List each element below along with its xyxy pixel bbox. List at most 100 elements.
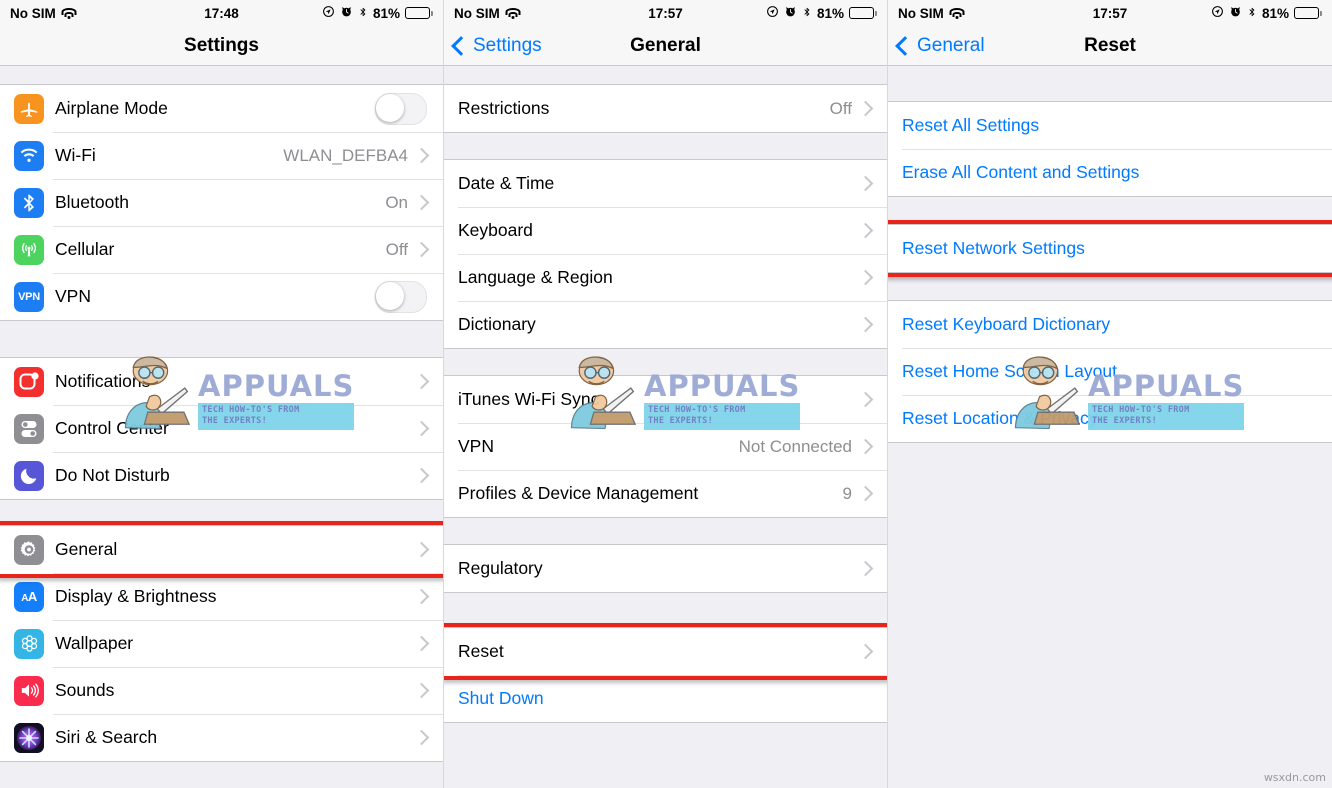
back-button[interactable]: Settings: [451, 34, 542, 57]
sounds-icon: [14, 675, 44, 706]
chevron-right-icon: [413, 541, 430, 558]
carrier-label: No SIM: [898, 5, 944, 21]
list-item-label: Keyboard: [458, 220, 533, 240]
settings-group: Airplane Mode Wi-Fi WLAN_DEFBA4 Bluetooth On…: [0, 84, 443, 321]
list-item[interactable]: Cellular Off: [0, 226, 443, 273]
list-item-label: Sounds: [55, 680, 115, 700]
list-item[interactable]: Regulatory: [444, 545, 887, 592]
settings-group: Restrictions Off: [444, 84, 887, 133]
settings-list: Airplane Mode Wi-Fi WLAN_DEFBA4 Bluetooth On…: [0, 66, 443, 788]
toggle-switch[interactable]: [375, 92, 427, 125]
wifi-icon: [505, 7, 521, 19]
back-button-label: Settings: [473, 34, 542, 56]
list-item[interactable]: VPN Not Connected: [444, 423, 887, 470]
list-item[interactable]: Bluetooth On: [0, 179, 443, 226]
settings-group: Reset Shut Down: [444, 627, 887, 723]
section-gap: [444, 593, 887, 627]
list-item-label: VPN: [458, 436, 494, 456]
list-item[interactable]: Notifications: [0, 358, 443, 405]
list-item[interactable]: Restrictions Off: [444, 85, 887, 132]
list-item-label: Wi-Fi: [55, 145, 96, 165]
display-brightness-icon: AA: [14, 581, 44, 612]
list-item[interactable]: Siri & Search: [0, 714, 443, 761]
chevron-right-icon: [413, 373, 430, 390]
section-gap: [888, 66, 1332, 101]
bluetooth-icon: [802, 5, 812, 22]
list-item[interactable]: Wi-Fi WLAN_DEFBA4: [0, 132, 443, 179]
list-item[interactable]: Control Center: [0, 405, 443, 452]
do-not-disturb-icon: [14, 460, 44, 491]
airplane-icon: [14, 93, 44, 124]
list-item[interactable]: Reset Home Screen Layout: [888, 348, 1332, 395]
chevron-right-icon: [413, 635, 430, 652]
chevron-right-icon: [857, 391, 874, 408]
list-item[interactable]: VPN VPN: [0, 273, 443, 320]
settings-group: Reset All Settings Erase All Content and …: [888, 101, 1332, 197]
chevron-right-icon: [413, 420, 430, 437]
nav-bar: General Reset: [888, 26, 1332, 66]
phone-screenshot-triptych: No SIM 17:48 81% Settings Airplane Mode Wi-Fi…: [0, 0, 1332, 788]
list-item-value: WLAN_DEFBA4: [283, 145, 408, 165]
list-item[interactable]: Shut Down: [444, 675, 887, 722]
alarm-icon: [784, 5, 797, 21]
list-item[interactable]: Language & Region: [444, 254, 887, 301]
battery-icon: [1294, 7, 1322, 19]
list-item-label: Reset: [458, 641, 504, 661]
wifi-icon: [61, 7, 77, 19]
settings-group: Regulatory: [444, 544, 887, 593]
list-item[interactable]: Do Not Disturb: [0, 452, 443, 499]
list-item[interactable]: Reset All Settings: [888, 102, 1332, 149]
list-item-label: Profiles & Device Management: [458, 483, 699, 503]
list-item-value: 9: [842, 483, 852, 503]
siri-search-icon: [14, 722, 44, 753]
back-button[interactable]: General: [895, 35, 985, 57]
list-item[interactable]: Dictionary: [444, 301, 887, 348]
site-watermark: wsxdn.com: [1263, 771, 1326, 784]
list-item[interactable]: Reset Keyboard Dictionary: [888, 301, 1332, 348]
chevron-right-icon: [413, 729, 430, 746]
battery-percent-label: 81%: [372, 5, 400, 21]
wifi-icon: [949, 7, 965, 19]
list-item[interactable]: iTunes Wi-Fi Sync: [444, 376, 887, 423]
list-item[interactable]: Airplane Mode: [0, 85, 443, 132]
settings-group: Date & Time Keyboard Language & Region Dict…: [444, 159, 887, 349]
phone-screen-2: No SIM 17:57 81% Settings General Restriction…: [444, 0, 888, 788]
battery-percent-label: 81%: [816, 5, 844, 21]
list-item[interactable]: Reset: [444, 628, 887, 675]
toggle-switch[interactable]: [375, 280, 427, 313]
chevron-right-icon: [857, 316, 874, 333]
list-item[interactable]: Profiles & Device Management 9: [444, 470, 887, 517]
list-item[interactable]: Keyboard: [444, 207, 887, 254]
list-item-label: Control Center: [55, 418, 169, 438]
settings-list: Reset All Settings Erase All Content and …: [888, 66, 1332, 788]
list-item-label: Restrictions: [458, 98, 550, 118]
list-item-label: Reset Home Screen Layout: [902, 361, 1117, 381]
settings-group: General AA Display & Brightness Wallpaper So…: [0, 525, 443, 762]
list-item[interactable]: General: [0, 526, 443, 573]
list-item-value: Not Connected: [738, 436, 852, 456]
list-item-label: Bluetooth: [55, 192, 129, 212]
chevron-right-icon: [857, 175, 874, 192]
wallpaper-icon: [14, 628, 44, 659]
chevron-left-icon: [451, 35, 471, 56]
settings-group: iTunes Wi-Fi Sync VPN Not Connected Profile…: [444, 375, 887, 518]
list-item[interactable]: Wallpaper: [0, 620, 443, 667]
status-bar: No SIM 17:57 81%: [444, 0, 887, 26]
bluetooth-icon: [14, 187, 44, 218]
settings-list: Restrictions Off Date & Time Keyboard Langua…: [444, 66, 887, 788]
list-item[interactable]: Reset Location & Privacy: [888, 395, 1332, 442]
bluetooth-icon: [1247, 5, 1257, 22]
list-item[interactable]: Sounds: [0, 667, 443, 714]
settings-group: Reset Network Settings: [888, 224, 1332, 273]
settings-group: Notifications Control Center Do Not Distur…: [0, 357, 443, 500]
chevron-right-icon: [413, 241, 430, 258]
list-item[interactable]: Reset Network Settings: [888, 225, 1332, 272]
list-item[interactable]: AA Display & Brightness: [0, 573, 443, 620]
list-item[interactable]: Erase All Content and Settings: [888, 149, 1332, 196]
status-bar: No SIM 17:57 81%: [888, 0, 1332, 26]
status-left: No SIM: [898, 6, 965, 21]
nav-bar: Settings: [0, 26, 443, 66]
section-gap: [444, 518, 887, 544]
list-item-label: Language & Region: [458, 267, 613, 287]
list-item[interactable]: Date & Time: [444, 160, 887, 207]
